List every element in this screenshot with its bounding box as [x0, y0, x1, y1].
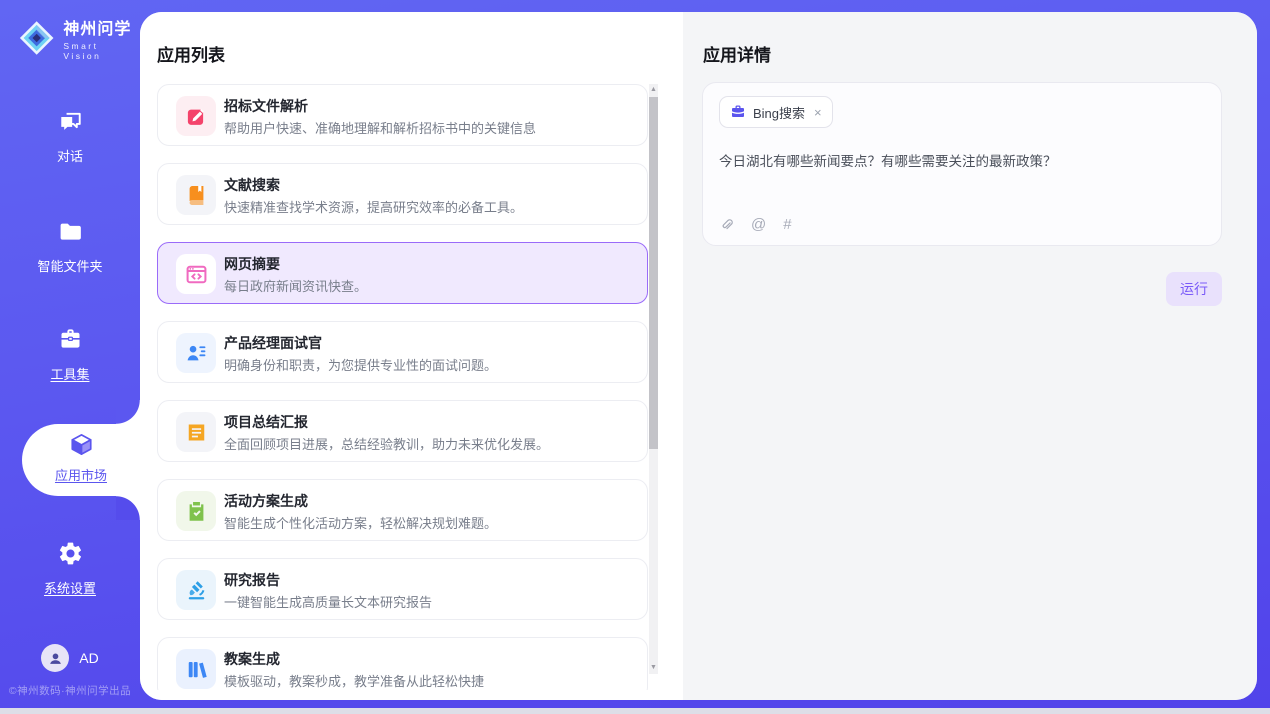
user-initials: AD [79, 650, 98, 666]
app-icon-tile [176, 96, 216, 136]
edit-icon [185, 105, 208, 128]
chat-icon [57, 108, 84, 135]
app-icon-tile [176, 649, 216, 689]
sidebar: 神州问学 Smart Vision 对话 智能文件夹 工具集 [0, 0, 140, 708]
scroll-up-icon[interactable]: ▲ [649, 84, 658, 96]
sidebar-item-label: 智能文件夹 [0, 256, 140, 275]
app-list-item[interactable]: 项目总结汇报 全面回顾项目进展，总结经验教训，助力未来优化发展。 [157, 400, 648, 462]
app-icon-tile [176, 254, 216, 294]
app-list-item[interactable]: 产品经理面试官 明确身份和职责，为您提供专业性的面试问题。 [157, 321, 648, 383]
app-detail-title: 应用详情 [703, 41, 771, 66]
mention-icon[interactable]: @ [751, 216, 766, 233]
app-item-description: 模板驱动，教案秒成，教学准备从此轻松快捷 [224, 671, 484, 690]
tab-notch-top [116, 400, 140, 424]
app-list-pane: 应用列表 招标文件解析 帮助用户快速、准确地理解和解析招标书中的关键信息 文献搜… [140, 12, 683, 700]
sidebar-item-app-market[interactable]: 应用市场 [22, 424, 140, 496]
sidebar-item-label: 系统设置 [0, 578, 140, 597]
app-list-item[interactable]: 研究报告 一键智能生成高质量长文本研究报告 [157, 558, 648, 620]
brand-logo: 神州问学 Smart Vision [18, 15, 140, 61]
sidebar-footer: ©神州数码·神州问学出品 [0, 683, 140, 698]
app-item-description: 明确身份和职责，为您提供专业性的面试问题。 [224, 355, 497, 374]
app-list-item[interactable]: 文献搜索 快速精准查找学术资源，提高研究效率的必备工具。 [157, 163, 648, 225]
person-icon [47, 650, 64, 667]
sidebar-item-label: 对话 [0, 146, 140, 165]
app-item-title: 文献搜索 [224, 175, 280, 195]
app-item-title: 教案生成 [224, 649, 280, 669]
tool-chip-bing-search[interactable]: Bing搜索 × [719, 96, 833, 128]
note-icon [185, 421, 208, 444]
cube-icon [68, 431, 95, 458]
sidebar-item-label: 工具集 [0, 364, 140, 383]
briefcase-icon [730, 104, 746, 120]
user-account[interactable]: AD [0, 644, 140, 672]
app-icon-tile [176, 333, 216, 373]
clipboard-check-icon [185, 500, 208, 523]
folder-icon [57, 218, 84, 245]
toolbox-icon [57, 326, 84, 353]
app-icon-tile [176, 175, 216, 215]
bottom-strip [0, 708, 1270, 714]
avatar [41, 644, 69, 672]
lesson-icon [185, 658, 208, 681]
app-item-title: 活动方案生成 [224, 491, 308, 511]
scrollbar[interactable]: ▲ ▼ [649, 84, 658, 674]
app-item-title: 产品经理面试官 [224, 333, 322, 353]
chip-close-icon[interactable]: × [814, 105, 822, 120]
sidebar-item-label: 应用市场 [22, 465, 140, 484]
browser-code-icon [185, 263, 208, 286]
sidebar-item-settings[interactable]: 系统设置 [0, 540, 140, 597]
app-icon-tile [176, 491, 216, 531]
main-panel: 应用列表 招标文件解析 帮助用户快速、准确地理解和解析招标书中的关键信息 文献搜… [140, 12, 1257, 700]
app-detail-pane: 应用详情 Bing搜索 × 今日湖北有哪些新闻要点？有哪些需要关注的最新政策？ [683, 12, 1257, 700]
brand-name: 神州问学 [63, 15, 140, 39]
app-icon-tile [176, 412, 216, 452]
sidebar-item-smart-folder[interactable]: 智能文件夹 [0, 218, 140, 275]
research-icon [185, 579, 208, 602]
app-list-item[interactable]: 招标文件解析 帮助用户快速、准确地理解和解析招标书中的关键信息 [157, 84, 648, 146]
app-item-description: 每日政府新闻资讯快查。 [224, 276, 367, 295]
app-window: 神州问学 Smart Vision 对话 智能文件夹 工具集 [0, 0, 1270, 714]
diamond-logo-icon [18, 19, 55, 57]
gear-icon [57, 540, 84, 567]
attachment-icon[interactable] [719, 217, 734, 232]
sidebar-item-toolset[interactable]: 工具集 [0, 326, 140, 383]
app-item-description: 帮助用户快速、准确地理解和解析招标书中的关键信息 [224, 118, 536, 137]
run-button[interactable]: 运行 [1166, 272, 1222, 306]
app-item-description: 一键智能生成高质量长文本研究报告 [224, 592, 432, 611]
interviewer-icon [185, 342, 208, 365]
brand-subtitle: Smart Vision [63, 41, 140, 61]
composer-toolbar: @ # [719, 216, 792, 233]
app-list-item[interactable]: 网页摘要 每日政府新闻资讯快查。 [157, 242, 648, 304]
app-list-item[interactable]: 活动方案生成 智能生成个性化活动方案，轻松解决规划难题。 [157, 479, 648, 541]
app-item-title: 招标文件解析 [224, 96, 308, 116]
scroll-down-icon[interactable]: ▼ [649, 662, 658, 674]
tab-notch-bottom [116, 496, 140, 520]
book-icon [185, 184, 208, 207]
app-list-item[interactable]: 教案生成 模板驱动，教案秒成，教学准备从此轻松快捷 [157, 637, 648, 690]
query-input[interactable]: 今日湖北有哪些新闻要点？有哪些需要关注的最新政策？ [719, 152, 1205, 172]
app-list-title: 应用列表 [157, 41, 225, 66]
app-item-description: 智能生成个性化活动方案，轻松解决规划难题。 [224, 513, 497, 532]
app-item-description: 全面回顾项目进展，总结经验教训，助力未来优化发展。 [224, 434, 549, 453]
tool-chip-label: Bing搜索 [753, 103, 805, 122]
app-item-title: 项目总结汇报 [224, 412, 308, 432]
app-item-title: 研究报告 [224, 570, 280, 590]
app-list: 招标文件解析 帮助用户快速、准确地理解和解析招标书中的关键信息 文献搜索 快速精… [157, 84, 648, 690]
scrollbar-thumb[interactable] [649, 97, 658, 449]
app-detail-card: Bing搜索 × 今日湖北有哪些新闻要点？有哪些需要关注的最新政策？ @ # [702, 82, 1222, 246]
hash-icon[interactable]: # [783, 216, 791, 233]
app-item-title: 网页摘要 [224, 254, 280, 274]
app-item-description: 快速精准查找学术资源，提高研究效率的必备工具。 [224, 197, 523, 216]
app-icon-tile [176, 570, 216, 610]
sidebar-item-chat[interactable]: 对话 [0, 108, 140, 165]
run-row: 运行 [1166, 272, 1222, 306]
